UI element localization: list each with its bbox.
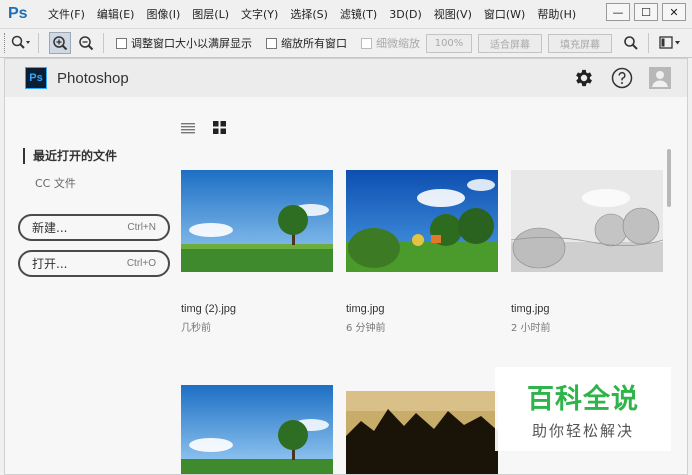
menu-select[interactable]: 选择(S): [290, 6, 328, 22]
menu-image[interactable]: 图像(I): [146, 6, 180, 22]
window-controls: — ☐ ✕: [606, 3, 686, 21]
start-workspace: Ps Photoshop 最近打开的文件 CC 文件 新建... Ctrl+N …: [4, 58, 688, 475]
options-bar: 调整窗口大小以满屏显示 缩放所有窗口 细微缩放 100% 适合屏幕 填充屏幕: [0, 28, 692, 58]
separator: [38, 33, 39, 53]
cc-files-label[interactable]: CC 文件: [35, 175, 76, 191]
resize-windows-label: 调整窗口大小以满屏显示: [131, 37, 252, 50]
zoom-out-icon[interactable]: [75, 32, 97, 54]
search-icon[interactable]: [620, 32, 642, 54]
photoshop-app-icon: Ps: [25, 67, 47, 89]
new-button-shortcut: Ctrl+N: [127, 222, 156, 233]
menu-layer[interactable]: 图层(L): [192, 6, 229, 22]
recent-file-item[interactable]: [346, 391, 498, 474]
options-bar-grip[interactable]: [4, 33, 6, 53]
zoom-all-windows-checkbox[interactable]: 缩放所有窗口: [266, 35, 347, 51]
menu-bar: Ps 文件(F) 编辑(E) 图像(I) 图层(L) 文字(Y) 选择(S) 滤…: [0, 0, 692, 28]
file-time: 2 小时前: [511, 323, 551, 334]
new-button-label: 新建...: [32, 221, 68, 235]
recent-files-label[interactable]: 最近打开的文件: [23, 148, 117, 164]
new-button[interactable]: 新建... Ctrl+N: [18, 214, 170, 241]
scrubby-zoom-checkbox[interactable]: 细微缩放: [361, 35, 420, 51]
fill-screen-button[interactable]: 填充屏幕: [548, 33, 612, 53]
file-name[interactable]: timg.jpg: [346, 303, 498, 315]
watermark-title: 百科全说: [527, 384, 639, 415]
list-view-icon[interactable]: [181, 119, 195, 138]
scrollbar-thumb[interactable]: [667, 149, 671, 207]
thumbnail-image[interactable]: [181, 170, 333, 272]
recent-file-item[interactable]: timg.jpg 6 分钟前: [346, 170, 498, 334]
watermark: 百科全说 助你轻松解决: [495, 367, 671, 451]
photoshop-logo: Ps: [8, 5, 28, 22]
menu-edit[interactable]: 编辑(E): [97, 6, 135, 22]
recent-file-item[interactable]: timg (2).jpg 几秒前: [181, 170, 333, 334]
watermark-subtitle: 助你轻松解决: [531, 422, 634, 440]
file-name[interactable]: timg (2).jpg: [181, 303, 333, 315]
menu-file[interactable]: 文件(F): [48, 6, 85, 22]
zoom-in-icon[interactable]: [49, 32, 71, 54]
zoom-tool-icon[interactable]: [10, 32, 32, 54]
recent-file-item[interactable]: [181, 385, 333, 474]
help-icon[interactable]: [611, 67, 633, 93]
view-toggles: [181, 119, 226, 138]
fit-screen-button[interactable]: 适合屏幕: [478, 33, 542, 53]
thumbnail-image[interactable]: [346, 391, 498, 474]
checkbox-box[interactable]: [361, 37, 372, 49]
separator: [103, 33, 104, 53]
grid-view-icon[interactable]: [213, 119, 226, 138]
restore-button[interactable]: ☐: [634, 3, 658, 21]
close-button[interactable]: ✕: [662, 3, 686, 21]
start-header: Ps Photoshop: [5, 59, 687, 97]
file-name[interactable]: timg.jpg: [511, 303, 663, 315]
zoom-100-button[interactable]: 100%: [426, 33, 472, 53]
thumbnail-image[interactable]: [181, 385, 333, 474]
open-button[interactable]: 打开... Ctrl+O: [18, 250, 170, 277]
menu-view[interactable]: 视图(V): [434, 6, 472, 22]
minimize-button[interactable]: —: [606, 3, 630, 21]
workspace-switcher-icon[interactable]: [659, 32, 681, 54]
recent-file-item[interactable]: timg.jpg 2 小时前: [511, 170, 663, 334]
resize-windows-checkbox[interactable]: 调整窗口大小以满屏显示: [116, 35, 252, 51]
checkbox-box[interactable]: [116, 37, 127, 49]
open-button-shortcut: Ctrl+O: [126, 258, 156, 269]
menu-3d[interactable]: 3D(D): [389, 8, 422, 21]
menu-help[interactable]: 帮助(H): [537, 6, 576, 22]
header-icons: [573, 67, 671, 93]
checkbox-box[interactable]: [266, 37, 277, 49]
open-button-label: 打开...: [32, 257, 68, 271]
menu-type[interactable]: 文字(Y): [241, 6, 278, 22]
separator: [648, 33, 649, 53]
thumbnail-image[interactable]: [346, 170, 498, 272]
menu-filter[interactable]: 滤镜(T): [340, 6, 377, 22]
menu-window[interactable]: 窗口(W): [484, 6, 525, 22]
file-time: 6 分钟前: [346, 323, 386, 334]
scrubby-zoom-label: 细微缩放: [376, 37, 420, 50]
zoom-all-windows-label: 缩放所有窗口: [281, 37, 347, 50]
thumbnail-image[interactable]: [511, 170, 663, 272]
app-title: Photoshop: [57, 69, 129, 87]
avatar[interactable]: [649, 67, 671, 93]
gear-icon[interactable]: [573, 67, 595, 93]
file-time: 几秒前: [181, 323, 211, 334]
